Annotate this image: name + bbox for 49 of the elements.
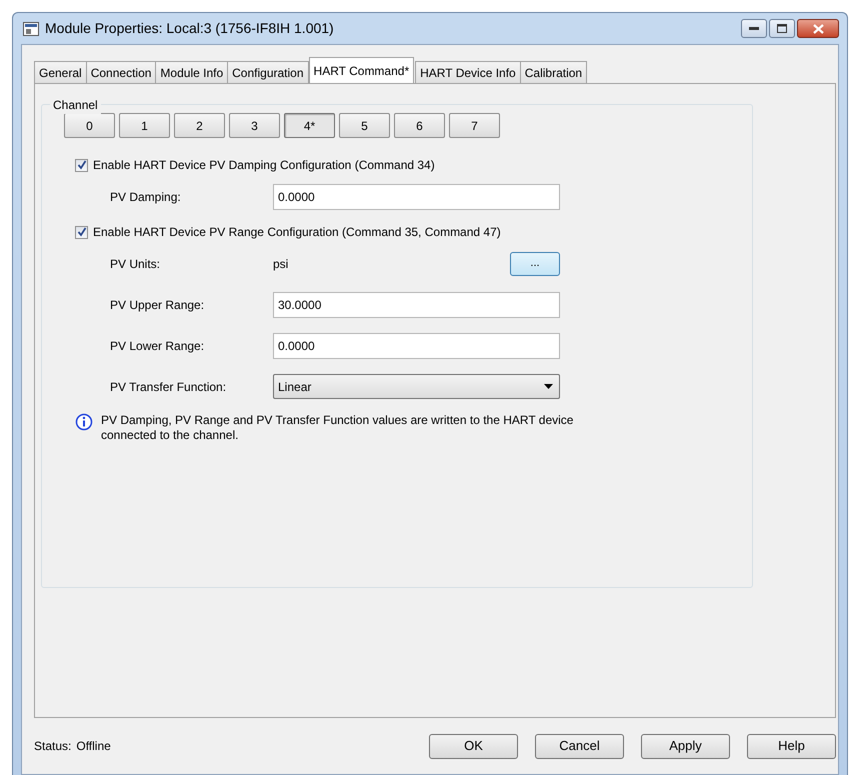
channel-button[interactable]: 7 — [449, 113, 500, 138]
field-label: PV Lower Range: — [110, 338, 206, 354]
checkbox-label: Enable HART Device PV Damping Configuration (Command 34) — [93, 157, 435, 174]
status-value: Offline — [76, 738, 111, 755]
channel-button[interactable]: 2 — [174, 113, 225, 138]
field-label: PV Units: — [110, 256, 162, 272]
channel-button[interactable]: 5 — [339, 113, 390, 138]
close-icon — [812, 24, 824, 34]
status-label: Status: — [34, 738, 72, 755]
close-button[interactable] — [797, 19, 839, 38]
dialog-button[interactable]: Apply — [641, 734, 730, 758]
channel-button[interactable]: 3 — [229, 113, 280, 138]
minimize-icon — [749, 26, 759, 30]
field-label: PV Upper Range: — [110, 296, 206, 314]
dialog-button[interactable]: Help — [747, 734, 836, 758]
dialog-button[interactable]: Cancel — [535, 734, 624, 758]
dropdown[interactable]: Linear — [273, 374, 560, 399]
tab[interactable]: HART Command* — [308, 57, 414, 83]
channel-button[interactable]: 1 — [119, 113, 170, 138]
maximize-icon — [777, 24, 787, 33]
minimize-button[interactable] — [741, 19, 767, 38]
checkbox-label: Enable HART Device PV Range Configuration (Command 35, Command 47) — [93, 224, 501, 241]
checkmark-icon — [76, 160, 86, 170]
tab[interactable]: General — [34, 61, 87, 83]
window-icon — [23, 22, 39, 36]
maximize-button[interactable] — [769, 19, 795, 38]
channel-button[interactable]: 6 — [394, 113, 445, 138]
input-field[interactable]: 0.0000 — [273, 184, 560, 210]
input-field[interactable]: 0.0000 — [273, 332, 560, 358]
tab[interactable]: Calibration — [520, 61, 588, 83]
tab[interactable]: Connection — [86, 61, 156, 83]
tab[interactable]: Module Info — [155, 61, 228, 83]
field-label: PV Damping: — [110, 188, 182, 206]
tab[interactable]: Configuration — [227, 61, 309, 83]
channel-button[interactable]: 4* — [284, 113, 335, 138]
caret-icon — [544, 384, 553, 389]
checkbox[interactable] — [75, 226, 88, 238]
info-message: PV Damping, PV Range and PV Transfer Function values are written to the HART device connected to the channel. — [101, 413, 574, 443]
field-label: PV Transfer Function: — [110, 378, 228, 396]
channel-button[interactable]: 0 — [64, 113, 115, 138]
dialog-button[interactable]: OK — [429, 734, 518, 758]
window-title: Module Properties: Local:3 (1756-IF8IH 1.001) — [45, 19, 334, 38]
input-field[interactable]: 30.0000 — [273, 292, 560, 318]
field-value: psi — [273, 256, 288, 272]
info-icon — [75, 413, 93, 431]
browse-button[interactable]: ... — [510, 252, 560, 276]
checkbox[interactable] — [75, 158, 88, 172]
tab[interactable]: HART Device Info — [415, 61, 521, 83]
checkmark-icon — [76, 227, 86, 237]
